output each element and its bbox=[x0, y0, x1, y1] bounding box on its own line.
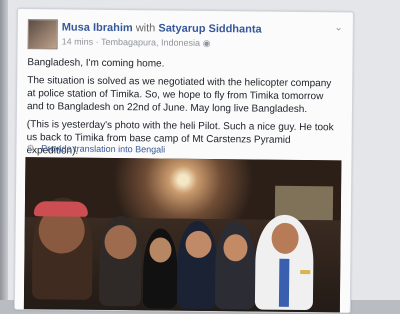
with-text: with bbox=[135, 22, 156, 35]
person-3 bbox=[142, 228, 178, 309]
translate-link[interactable]: ⚙ Provide translation into Bengali bbox=[26, 143, 165, 155]
person-1 bbox=[31, 197, 94, 300]
person-2 bbox=[98, 215, 142, 307]
person-5 bbox=[214, 221, 256, 310]
author-name-link[interactable]: Musa Ibrahim bbox=[62, 21, 133, 34]
person-4-head bbox=[185, 230, 212, 259]
facebook-post-card: Musa Ibrahim with Satyarup Siddhanta 14 … bbox=[13, 8, 354, 314]
gear-icon: ⚙ bbox=[26, 143, 35, 154]
pilot bbox=[254, 214, 314, 311]
pilot-head bbox=[271, 222, 299, 254]
post-photo[interactable] bbox=[23, 157, 342, 313]
tagged-person-link[interactable]: Satyarup Siddhanta bbox=[158, 22, 261, 35]
person-2-head bbox=[104, 224, 137, 260]
group-photo-area bbox=[23, 197, 341, 313]
person-4 bbox=[176, 220, 218, 310]
post-meta: 14 mins · Tembagapura, Indonesia ◉ bbox=[62, 36, 211, 49]
post-paragraph-2: The situation is solved as we negotiated… bbox=[26, 75, 332, 116]
author-avatar[interactable] bbox=[27, 19, 58, 50]
post-paragraph-1: Bangladesh, I'm coming home. bbox=[27, 57, 165, 70]
pilot-epaulette bbox=[300, 269, 311, 275]
post-author-line: Musa Ibrahim with Satyarup Siddhanta bbox=[62, 21, 262, 35]
post-time[interactable]: 14 mins bbox=[62, 36, 94, 46]
person-5-head bbox=[223, 234, 248, 262]
translate-label: Provide translation into Bengali bbox=[41, 143, 166, 155]
red-cap bbox=[33, 201, 88, 217]
person-3-head bbox=[149, 237, 172, 263]
globe-icon: ◉ bbox=[202, 37, 211, 49]
chevron-down-icon[interactable]: ⌄ bbox=[334, 22, 343, 33]
post-location[interactable]: Tembagapura, Indonesia bbox=[101, 37, 200, 48]
